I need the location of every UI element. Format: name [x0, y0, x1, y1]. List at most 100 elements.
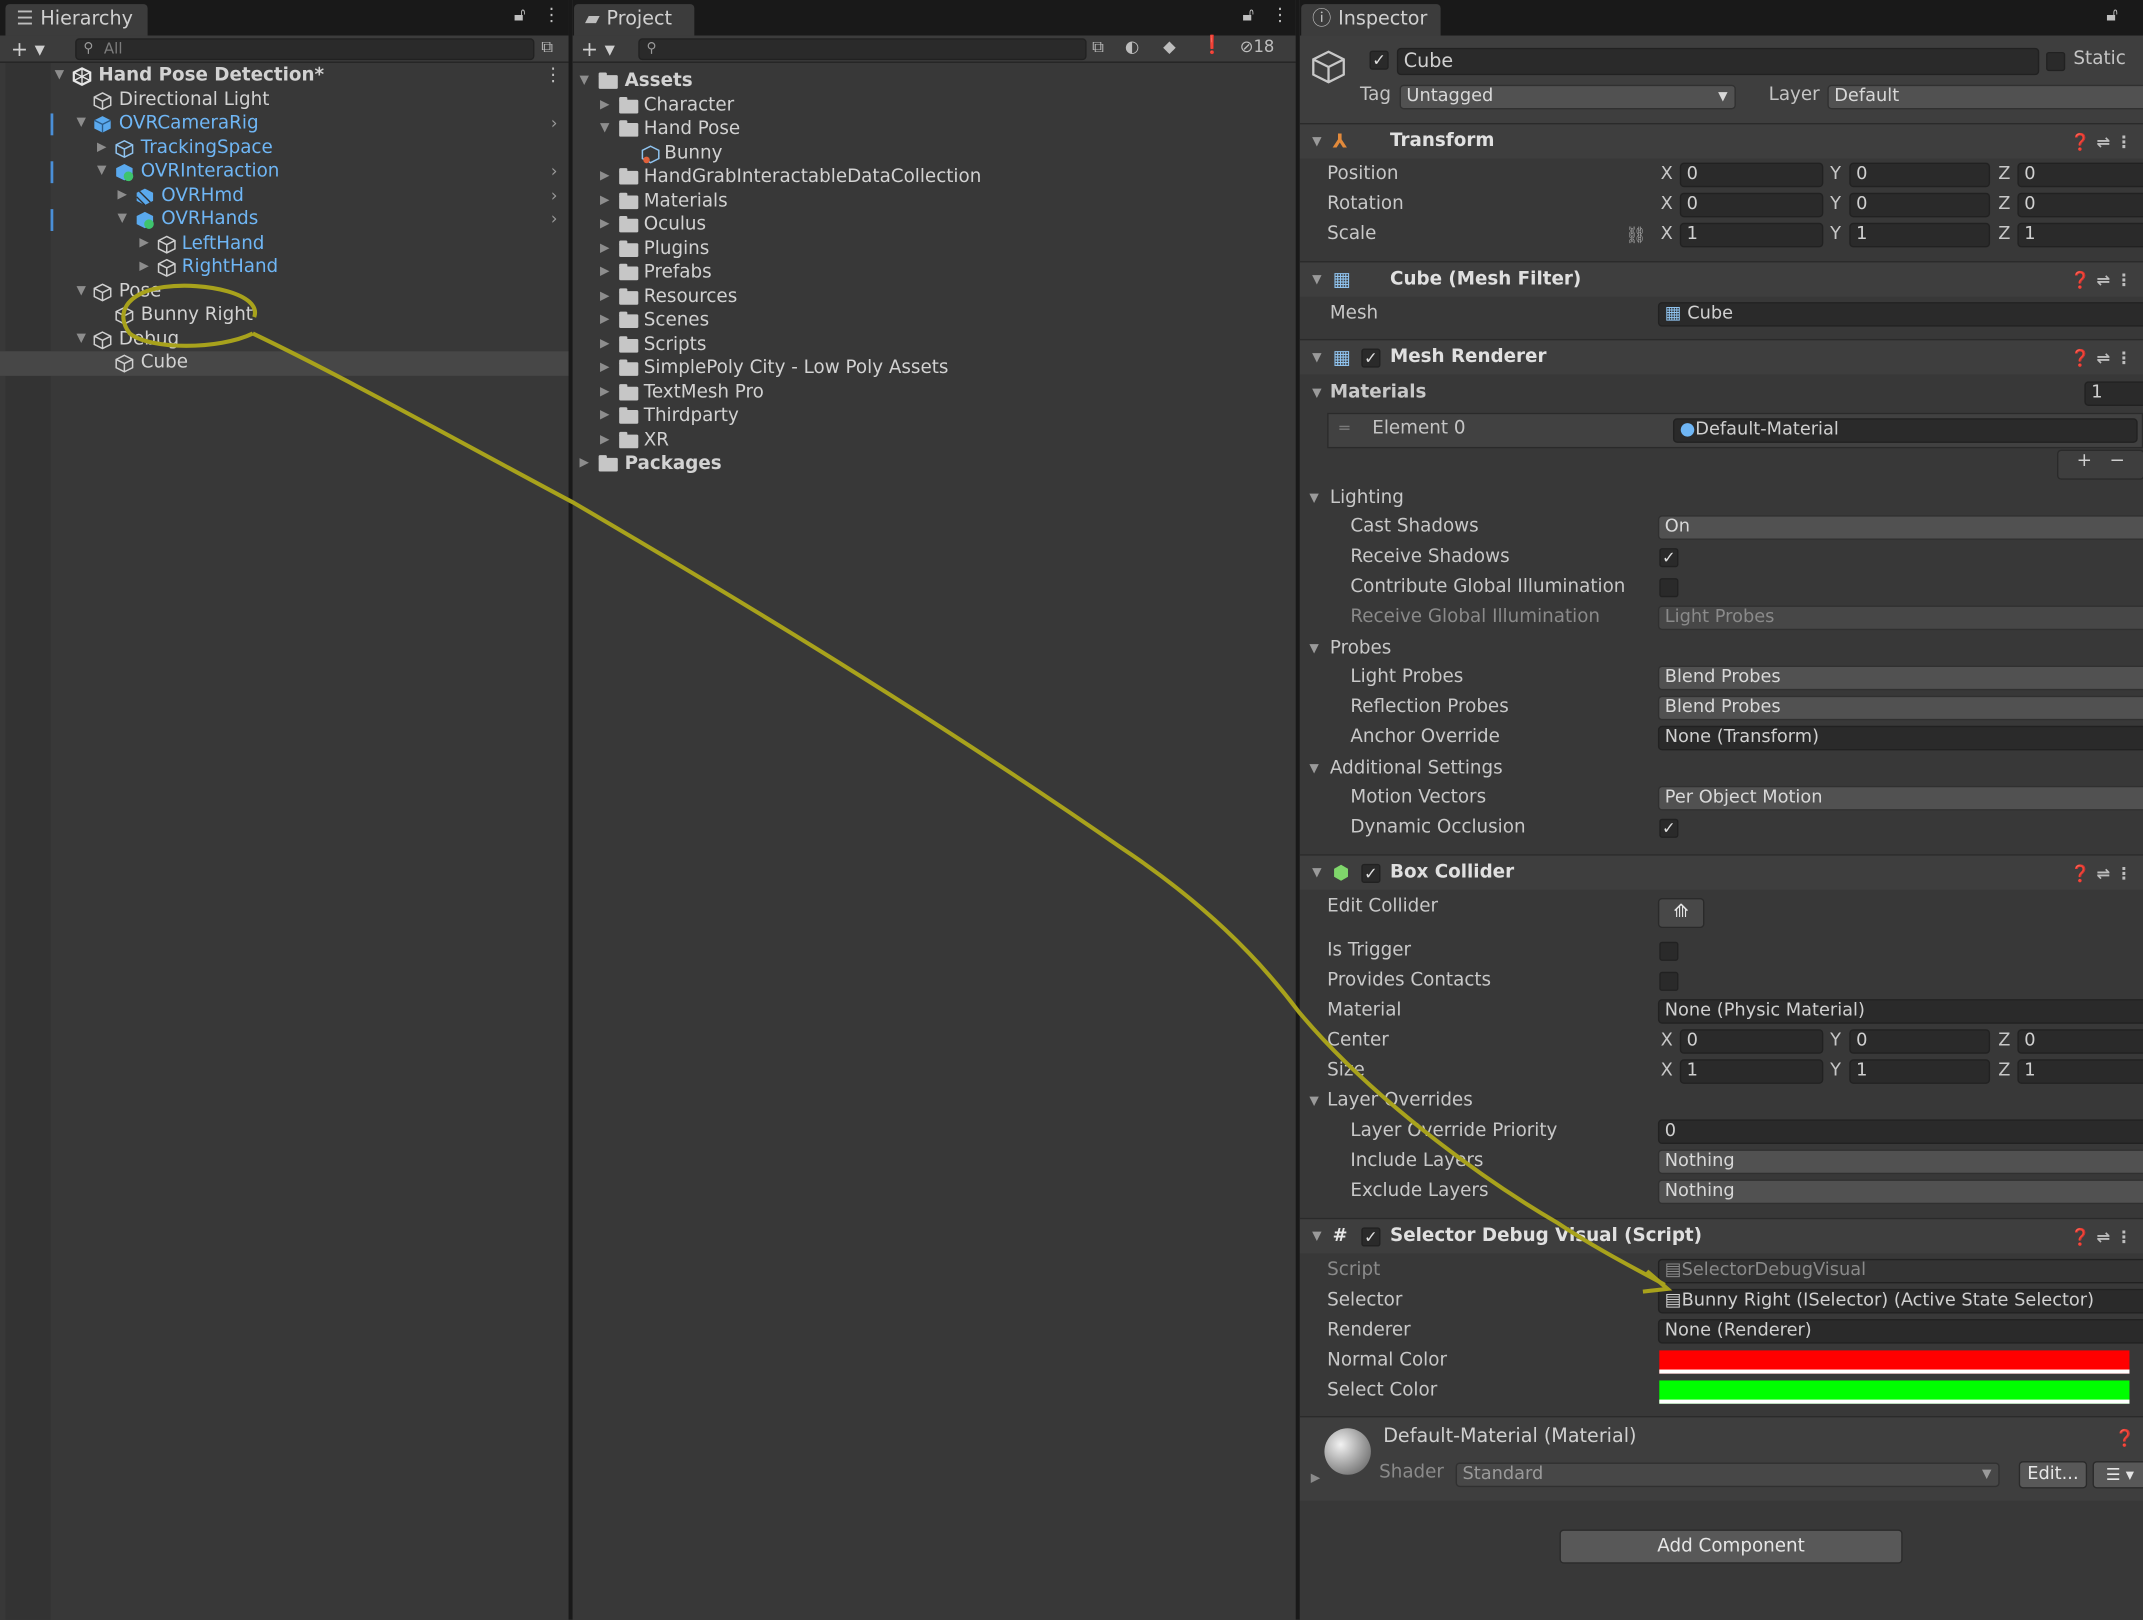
constrain-proportions-icon[interactable]: ⛓ [1625, 220, 1646, 250]
tree-item-cube[interactable]: Cube [0, 351, 569, 376]
project-item-materials[interactable]: ▶ Materials [573, 190, 1296, 214]
is-trigger-checkbox[interactable] [1659, 941, 1679, 961]
foldout-arrow-icon[interactable]: ▼ [1309, 484, 1318, 514]
active-checkbox[interactable]: ✓ [1369, 50, 1389, 70]
component-help-icons[interactable]: ❓ ⇌ ⋮ [2070, 340, 2132, 376]
help-icon[interactable]: ❓ [2115, 1428, 2135, 1447]
chevron-right-icon[interactable]: › [551, 208, 558, 232]
layer-overrides-foldout[interactable]: ▼ Layer Overrides [1300, 1087, 2143, 1117]
scene-search-icon[interactable]: ⧉ [541, 37, 553, 58]
tab-project[interactable]: ▰ Project [574, 4, 695, 36]
tree-item-bunny-right[interactable]: Bunny Right [0, 303, 569, 327]
collapse-arrow-icon[interactable]: ▶ [600, 213, 609, 237]
scale-x-field[interactable]: 1 [1679, 222, 1824, 248]
collapse-arrow-icon[interactable]: ▶ [600, 238, 609, 262]
project-item-character[interactable]: ▶ Character [573, 94, 1296, 118]
rotation-y-field[interactable]: 0 [1849, 192, 1991, 218]
project-item-scenes[interactable]: ▶ Scenes [573, 309, 1296, 333]
foldout-arrow-icon[interactable]: ▼ [1312, 124, 1321, 160]
project-item-plugins[interactable]: ▶ Plugins [573, 238, 1296, 262]
more-menu-icon[interactable]: ⋮ [543, 5, 561, 26]
project-item-textmesh[interactable]: ▶ TextMesh Pro [573, 381, 1296, 405]
foldout-arrow-icon[interactable]: ▼ [1312, 1219, 1321, 1255]
warning-icon[interactable]: ❗ [1201, 36, 1223, 57]
component-help-icons[interactable]: ❓ ⇌ ⋮ [2070, 262, 2132, 298]
list-add-remove[interactable]: + − [2057, 449, 2143, 480]
size-y-field[interactable]: 1 [1849, 1059, 1991, 1084]
layer-priority-field[interactable]: 0 [1657, 1119, 2143, 1145]
tree-item-pose[interactable]: ▼ Pose [0, 280, 569, 304]
foldout-arrow-icon[interactable]: ▼ [1312, 856, 1321, 892]
lock-icon[interactable]: 🔓︎ [2106, 5, 2118, 26]
project-item-prefabs[interactable]: ▶ Prefabs [573, 261, 1296, 285]
layer-dropdown[interactable]: Default [1827, 84, 2143, 110]
mesh-renderer-enabled-checkbox[interactable]: ✓ [1361, 348, 1381, 368]
probes-foldout[interactable]: ▼ Probes [1300, 634, 2143, 664]
tree-item-ovrcamerarig[interactable]: ▼ OVRCameraRig › [0, 112, 569, 136]
collider-material-field[interactable]: None (Physic Material) [1657, 999, 2143, 1024]
object-name-field[interactable]: Cube [1396, 47, 2040, 76]
collapse-arrow-icon[interactable]: ▶ [580, 452, 589, 476]
light-probes-dropdown[interactable]: Blend Probes [1657, 665, 2143, 691]
add-component-button[interactable]: Add Component [1559, 1529, 1903, 1564]
size-z-field[interactable]: 1 [2017, 1059, 2143, 1084]
anchor-override-field[interactable]: None (Transform) [1657, 725, 2143, 751]
collapse-arrow-icon[interactable]: ▶ [139, 256, 148, 280]
project-item-thirdparty[interactable]: ▶ Thirdparty [573, 405, 1296, 429]
foldout-arrow-icon[interactable]: ▼ [1309, 1087, 1318, 1117]
minus-icon[interactable]: − [2110, 451, 2125, 472]
contribute-gi-checkbox[interactable] [1659, 578, 1679, 598]
collapse-arrow-icon[interactable]: ▶ [97, 137, 106, 161]
tree-item-trackingspace[interactable]: ▶ TrackingSpace [0, 137, 569, 161]
tree-item-ovrhmd[interactable]: ▶ OVRHmd › [0, 185, 569, 209]
include-layers-dropdown[interactable]: Nothing [1657, 1149, 2143, 1175]
tree-item-scene[interactable]: ▼ Hand Pose Detection* ⋮ [0, 64, 569, 88]
create-dropdown-button[interactable]: + ▾ [11, 37, 45, 62]
expand-arrow-icon[interactable]: ▼ [77, 112, 86, 136]
position-y-field[interactable]: 0 [1849, 162, 1991, 188]
lock-icon[interactable]: 🔓︎ [514, 5, 526, 26]
selector-object-field[interactable]: ▤Bunny Right (ISelector) (Active State S… [1657, 1288, 2143, 1314]
box-collider-enabled-checkbox[interactable]: ✓ [1361, 863, 1381, 883]
collapse-arrow-icon[interactable]: ▶ [600, 405, 609, 429]
foldout-arrow-icon[interactable]: ▼ [1312, 340, 1321, 376]
center-z-field[interactable]: 0 [2017, 1029, 2143, 1054]
reflection-probes-dropdown[interactable]: Blend Probes [1657, 695, 2143, 721]
collapse-arrow-icon[interactable]: ▶ [600, 286, 609, 310]
scale-y-field[interactable]: 1 [1849, 222, 1991, 248]
additional-settings-foldout[interactable]: ▼ Additional Settings [1300, 754, 2143, 784]
project-item-packages[interactable]: ▶ Packages [573, 452, 1296, 476]
drag-handle-icon[interactable]: ═ [1339, 418, 1349, 437]
filter-by-type-icon[interactable]: ◐ [1125, 37, 1139, 56]
project-item-handgrab[interactable]: ▶ HandGrabInteractableDataCollection [573, 165, 1296, 189]
collapse-arrow-icon[interactable]: ▶ [600, 261, 609, 285]
collapse-arrow-icon[interactable]: ▶ [600, 94, 609, 118]
edit-collider-button[interactable]: ⟰ [1657, 897, 1705, 929]
collapse-arrow-icon[interactable]: ▶ [600, 381, 609, 405]
project-item-scripts[interactable]: ▶ Scripts [573, 333, 1296, 357]
rotation-z-field[interactable]: 0 [2017, 192, 2143, 218]
project-item-hand-pose[interactable]: ▼ Hand Pose [573, 118, 1296, 142]
expand-arrow-icon[interactable]: ▼ [77, 280, 86, 304]
foldout-arrow-icon[interactable]: ▼ [1309, 634, 1318, 664]
position-z-field[interactable]: 0 [2017, 162, 2143, 188]
element0-material-field[interactable]: ●Default-Material [1672, 418, 2138, 443]
expand-arrow-icon[interactable]: ▼ [118, 208, 127, 232]
collapse-arrow-icon[interactable]: ▶ [600, 190, 609, 214]
transform-header[interactable]: ▼ ⅄ Transform ❓ ⇌ ⋮ [1299, 123, 2143, 160]
project-item-bunny[interactable]: Bunny [573, 142, 1296, 166]
hidden-packages-button[interactable]: ⊘18 [1240, 37, 1275, 56]
project-item-xr[interactable]: ▶ XR [573, 429, 1296, 453]
tab-hierarchy[interactable]: ☰ Hierarchy [5, 4, 148, 36]
receive-shadows-checkbox[interactable]: ✓ [1659, 548, 1679, 568]
collapse-arrow-icon[interactable]: ▶ [600, 165, 609, 189]
tree-item-directional-light[interactable]: Directional Light [0, 89, 569, 113]
filter-by-label-icon[interactable]: ◆ [1163, 37, 1176, 56]
expand-arrow-icon[interactable]: ▼ [97, 160, 106, 184]
mesh-object-field[interactable]: ▦ Cube [1657, 302, 2143, 327]
exclude-layers-dropdown[interactable]: Nothing [1657, 1179, 2143, 1205]
expand-arrow-icon[interactable]: ▼ [77, 328, 86, 352]
shader-menu-icon[interactable]: ☰ ▾ [2092, 1461, 2143, 1489]
edit-shader-button[interactable]: Edit... [2018, 1461, 2088, 1489]
collapse-arrow-icon[interactable]: ▶ [600, 333, 609, 357]
